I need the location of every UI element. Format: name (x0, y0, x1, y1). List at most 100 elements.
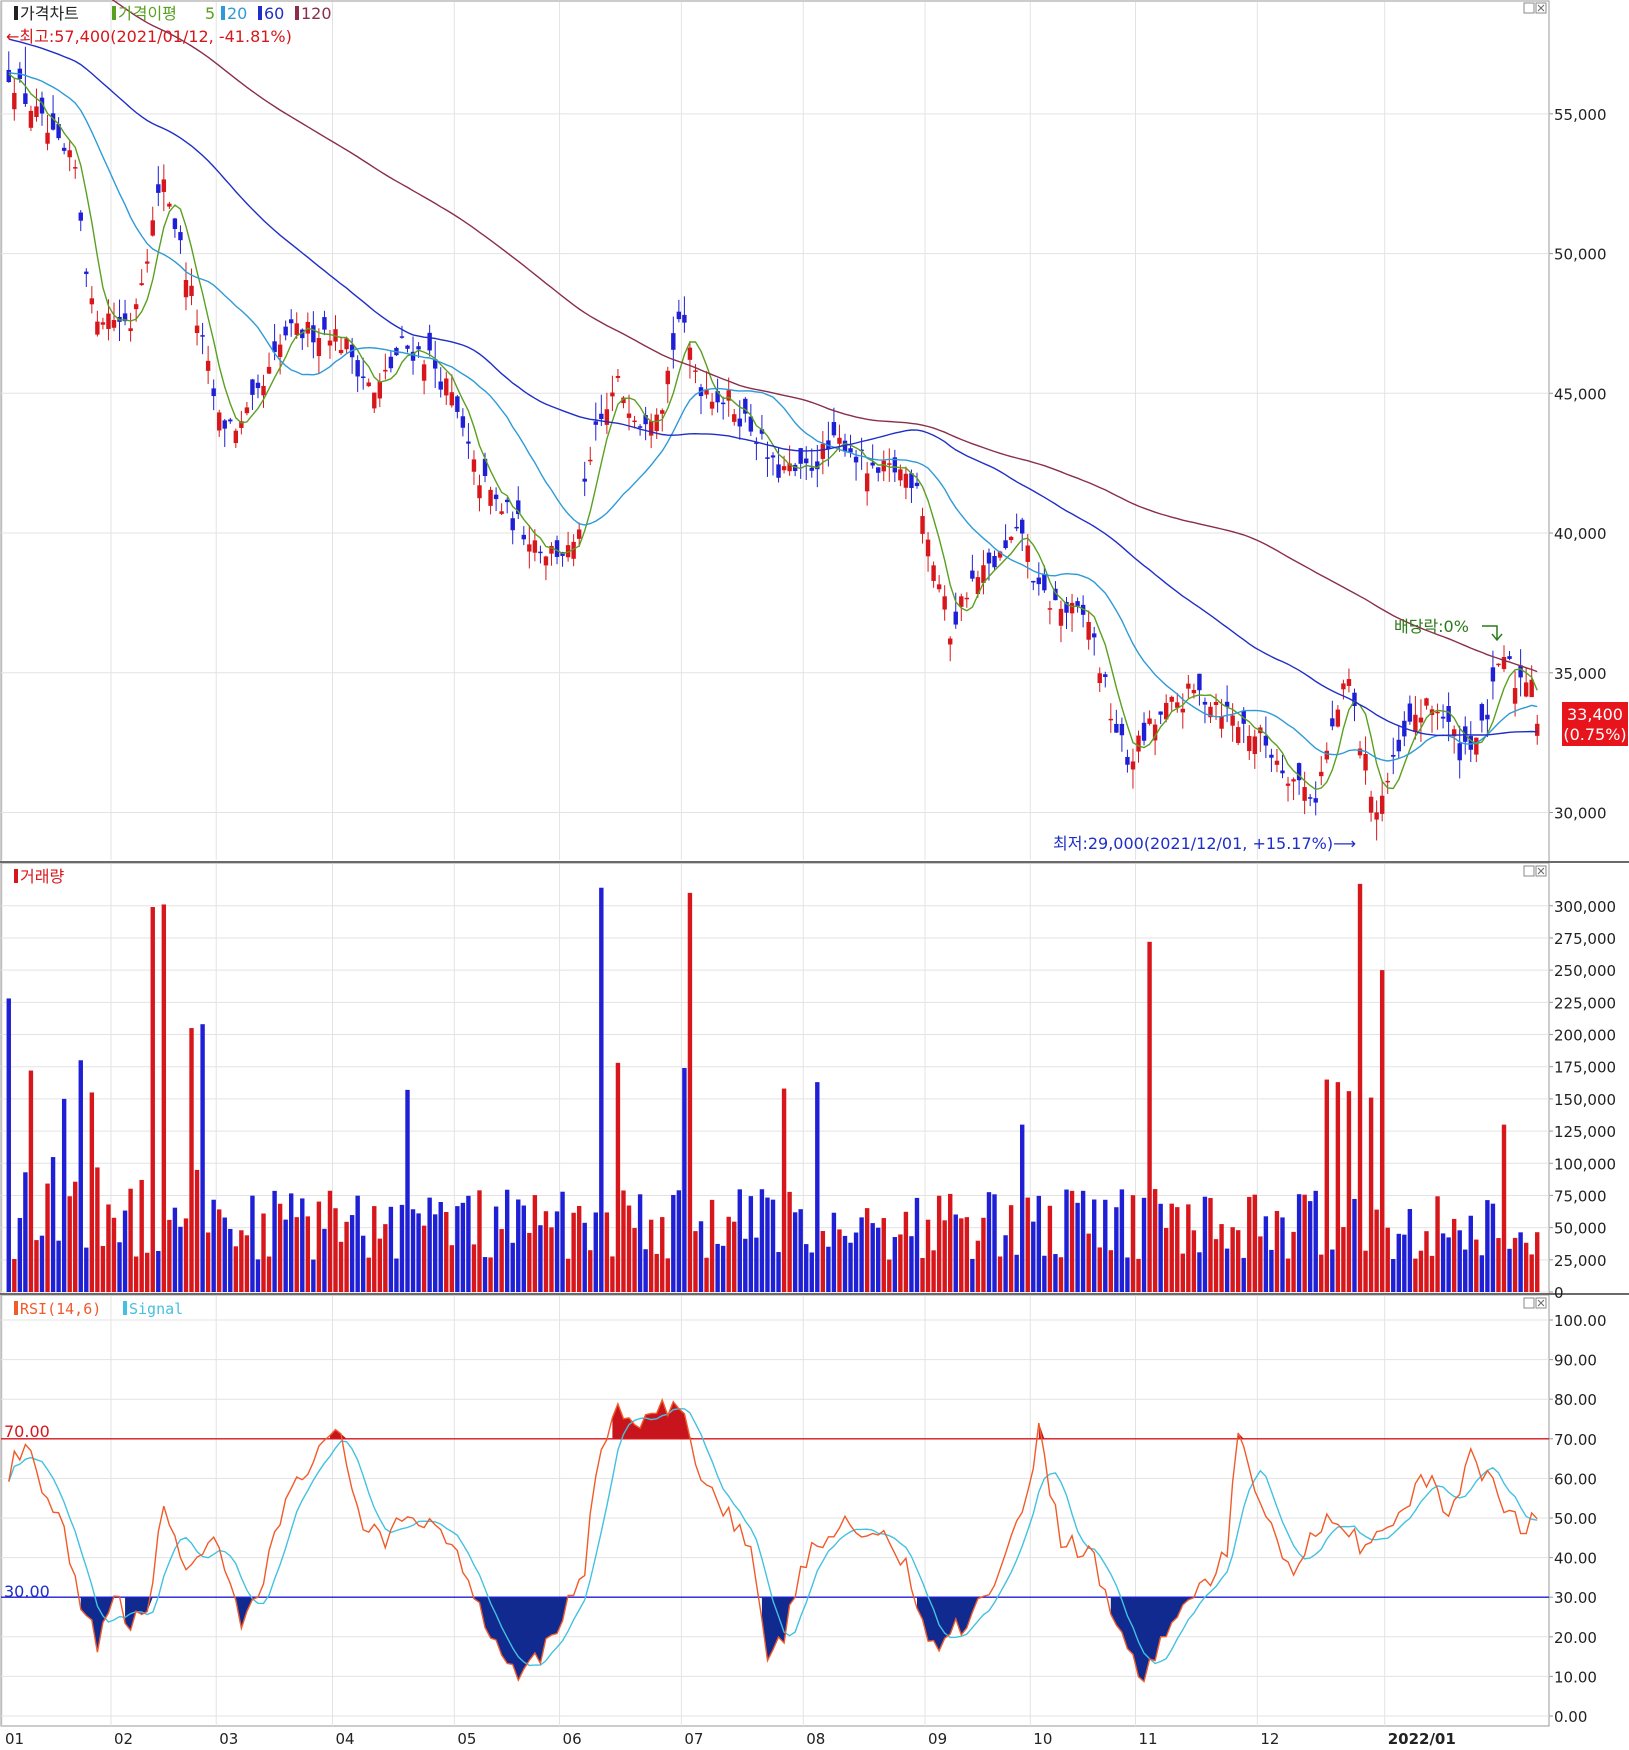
candle-body (1424, 698, 1429, 706)
volume-bar (1302, 1194, 1307, 1292)
candle-body (765, 457, 770, 459)
candle-body (1008, 536, 1014, 541)
volume-bar (300, 1198, 305, 1292)
chart-canvas: 55,000 50,000 45,000 40,000 35,000 30,000 300,… (0, 0, 1629, 1748)
candle-body (355, 360, 360, 377)
candle-body (372, 392, 377, 409)
candle-body (925, 539, 931, 557)
price-tick-label: 35,000 (1554, 665, 1607, 683)
volume-bar (383, 1224, 388, 1292)
ma60-legend: 60 (264, 4, 284, 23)
volume-bar (953, 1214, 958, 1292)
volume-tick-label: 75,000 (1554, 1187, 1607, 1205)
price-tick-label: 50,000 (1554, 246, 1607, 264)
volume-bar (17, 1217, 23, 1292)
candle-body (1363, 754, 1368, 771)
volume-bar (876, 1227, 881, 1292)
volume-bar (538, 1225, 543, 1292)
volume-bar (931, 1250, 936, 1292)
volume-bar (228, 1228, 233, 1292)
candle-body (1507, 656, 1512, 659)
volume-bar (156, 1250, 161, 1292)
candle-body (1291, 779, 1296, 782)
volume-bar (709, 1199, 715, 1292)
volume-bar (211, 1199, 216, 1292)
volume-bar (981, 1217, 986, 1292)
candle-body (277, 344, 283, 357)
candle-body (50, 113, 56, 130)
volume-bar (787, 1191, 792, 1292)
volume-bar (632, 1227, 637, 1292)
volume-bar (848, 1242, 853, 1292)
candle-body (1252, 736, 1257, 755)
candle-body (28, 110, 34, 128)
volume-bar (1285, 1258, 1291, 1292)
volume-bar (322, 1228, 327, 1292)
x-tick-label: 2022/01 (1388, 1730, 1456, 1748)
candle-body (737, 418, 742, 427)
candle-body (920, 516, 925, 534)
volume-bar (1047, 1205, 1053, 1292)
maximize-icon[interactable] (1523, 865, 1535, 877)
volume-tick-label: 250,000 (1554, 962, 1616, 980)
volume-bar (1440, 1233, 1446, 1292)
volume-bar (1219, 1224, 1224, 1292)
candle-body (1385, 780, 1390, 783)
volume-bar (183, 1218, 189, 1292)
candle-body (1014, 526, 1019, 529)
candle-body (1368, 796, 1374, 813)
volume-bar (305, 1216, 311, 1292)
candle-body (676, 311, 682, 320)
candle-body (693, 370, 698, 372)
volume-bar (682, 1067, 687, 1292)
volume-bar (1141, 1197, 1147, 1292)
maximize-icon[interactable] (1523, 2, 1535, 14)
candle-body (1523, 682, 1529, 697)
candle-body (228, 419, 233, 422)
volume-bar (1075, 1202, 1080, 1292)
volume-bar (1003, 1235, 1008, 1292)
volume-legend: 거래량 (14, 867, 64, 886)
volume-bar (936, 1195, 942, 1292)
candle-body (809, 467, 814, 471)
maximize-icon[interactable] (1523, 1297, 1535, 1309)
volume-bar (139, 1179, 144, 1292)
low-price-annotation: 최저:29,000(2021/12/01, +15.17%)⟶ (1053, 834, 1356, 853)
candle-body (322, 317, 327, 330)
volume-bar (289, 1193, 294, 1292)
volume-bar (732, 1221, 737, 1292)
volume-bar (1307, 1201, 1313, 1292)
volume-bar (128, 1188, 133, 1292)
candle-body (460, 416, 466, 428)
rsi-tick-label: 100.00 (1554, 1312, 1607, 1330)
candle-body (139, 283, 144, 286)
volume-bar (493, 1206, 499, 1292)
volume-bar (1158, 1203, 1163, 1292)
volume-bar (615, 1062, 621, 1292)
volume-bar (499, 1229, 504, 1292)
candle-body (316, 338, 322, 357)
volume-bar (100, 1245, 106, 1292)
volume-bar (576, 1205, 582, 1292)
candle-body (1319, 771, 1324, 777)
candle-body (1136, 735, 1141, 752)
volume-bar (759, 1189, 765, 1292)
candle-body (632, 420, 637, 423)
candle-body (671, 333, 676, 350)
candle-body (211, 388, 216, 397)
candle-body (455, 396, 460, 412)
candle-body (194, 325, 200, 334)
candle-body (161, 179, 167, 192)
candle-body (1479, 704, 1485, 721)
volume-bar (903, 1211, 909, 1292)
volume-bar (516, 1199, 521, 1292)
rsi-tick-label: 60.00 (1554, 1470, 1597, 1488)
volume-bar (145, 1252, 150, 1292)
volume-bar (222, 1217, 227, 1292)
price-tick-label: 55,000 (1554, 106, 1607, 124)
candle-body (1496, 663, 1501, 666)
volume-bar (920, 1257, 925, 1292)
volume-bar (1446, 1237, 1451, 1292)
candle-body (1186, 683, 1191, 689)
volume-bar (449, 1245, 455, 1292)
